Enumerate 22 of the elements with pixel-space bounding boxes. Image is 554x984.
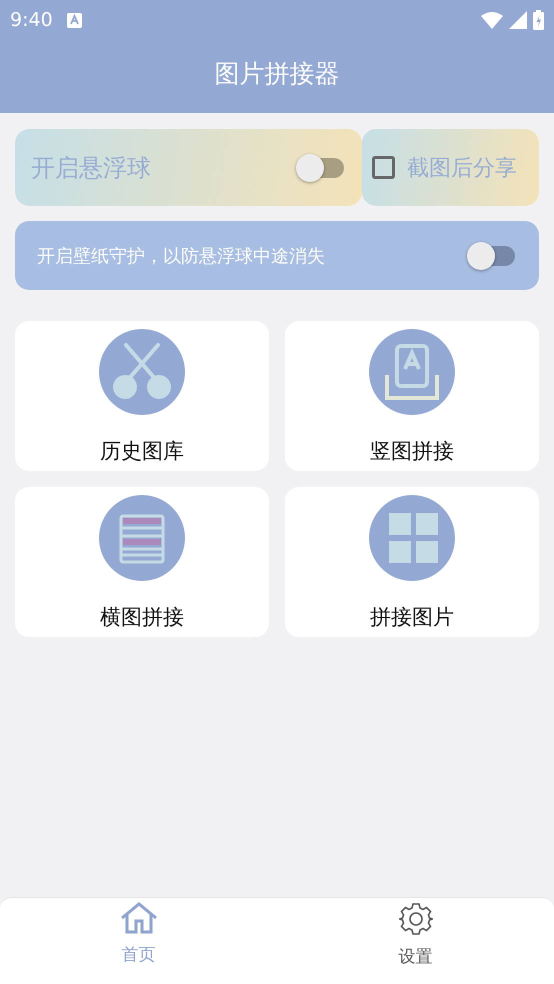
share-label: 截图后分享 (407, 154, 517, 182)
nav-tab[interactable]: 设置 (390, 898, 440, 984)
scissors-icon (99, 329, 185, 415)
feature-tile[interactable]: 历史图库 (15, 321, 269, 471)
keyboard-notification-icon (66, 12, 82, 28)
home-icon (120, 902, 158, 934)
wifi-icon (481, 11, 503, 29)
settings-icon (398, 902, 432, 936)
status-time: 9:40 (10, 9, 53, 31)
feature-tile[interactable]: 竖图拼接 (285, 321, 539, 471)
stacked-rows-icon (99, 495, 185, 581)
signal-icon (509, 11, 527, 29)
checkbox[interactable] (372, 156, 395, 179)
app-title: 图片拼接器 (214, 58, 340, 90)
wallpaper-guard-label: 开启壁纸守护，以防悬浮球中途消失 (37, 244, 325, 268)
feature-tile[interactable]: 横图拼接 (15, 487, 269, 637)
battery-icon (533, 10, 544, 30)
portrait-frame-icon (369, 329, 455, 415)
toggle-switch[interactable] (296, 152, 346, 182)
grid-icon (369, 495, 455, 581)
feature-tile[interactable]: 拼接图片 (285, 487, 539, 637)
toggle-switch[interactable] (467, 240, 517, 270)
